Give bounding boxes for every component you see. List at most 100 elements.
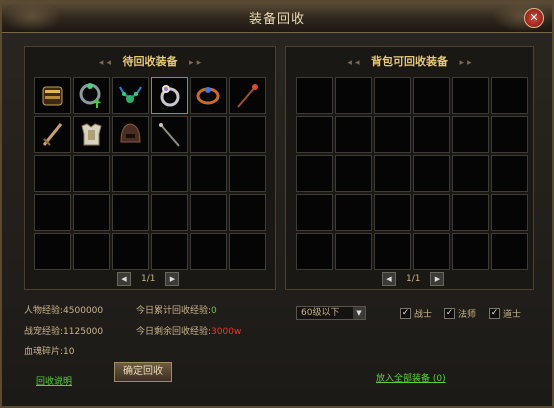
item-slot[interactable] [112, 116, 149, 153]
bag-slot[interactable] [374, 233, 411, 270]
put-all-equipment-link[interactable]: 放入全部装备 (0) [376, 371, 446, 384]
bag-slot[interactable] [296, 116, 333, 153]
item-slot[interactable] [34, 116, 71, 153]
bag-item-grid [296, 77, 528, 270]
bag-slot[interactable] [413, 194, 450, 231]
item-slot[interactable] [73, 116, 110, 153]
bag-slot[interactable] [491, 155, 528, 192]
copper-ring-icon [196, 87, 220, 105]
item-slot[interactable] [34, 77, 71, 114]
item-slot[interactable] [229, 194, 266, 231]
chevron-down-icon: ▼ [353, 307, 365, 319]
item-slot[interactable] [112, 194, 149, 231]
dark-helmet-icon [120, 123, 141, 143]
recycle-window: 装备回收 ✕ ◂ ◂ 待回收装备 ▸ ▸ ◀ 1/1 ▶ ◂ ◂ 背包可回收装备… [0, 0, 554, 408]
item-slot[interactable] [73, 233, 110, 270]
next-page-button[interactable]: ▶ [430, 272, 445, 286]
item-slot[interactable] [34, 155, 71, 192]
item-slot[interactable] [73, 155, 110, 192]
item-slot[interactable] [229, 233, 266, 270]
item-slot[interactable] [151, 233, 188, 270]
item-slot-selected[interactable] [151, 77, 188, 114]
magic-ring-upgrade-icon [79, 83, 101, 108]
bag-slot[interactable] [452, 77, 489, 114]
bag-slot[interactable] [374, 155, 411, 192]
bag-slot[interactable] [452, 155, 489, 192]
today-exp-stat: 今日累计回收经验:0 [136, 303, 217, 316]
close-button[interactable]: ✕ [524, 8, 544, 28]
page-indicator: 1/1 [141, 274, 156, 284]
item-slot[interactable] [190, 116, 227, 153]
soul-fragment-stat: 血魂碎片:10 [24, 344, 75, 357]
next-page-button[interactable]: ▶ [165, 272, 180, 286]
confirm-recycle-button[interactable]: 确定回收 [114, 362, 172, 382]
item-slot[interactable] [34, 194, 71, 231]
bag-slot[interactable] [374, 116, 411, 153]
bag-slot[interactable] [296, 194, 333, 231]
bag-slot[interactable] [491, 77, 528, 114]
recycle-help-link[interactable]: 回收说明 [36, 374, 72, 387]
item-slot[interactable] [73, 77, 110, 114]
bag-slot[interactable] [296, 77, 333, 114]
bag-slot[interactable] [452, 194, 489, 231]
warrior-checkbox[interactable]: ✓ 战士 [400, 307, 432, 320]
level-filter-select[interactable]: 60级以下 ▼ [296, 306, 366, 320]
bag-slot[interactable] [335, 77, 372, 114]
warrior-label: 战士 [414, 310, 433, 320]
bag-slot[interactable] [413, 233, 450, 270]
mage-checkbox[interactable]: ✓ 法师 [444, 307, 476, 320]
item-slot[interactable] [112, 233, 149, 270]
item-slot[interactable] [190, 155, 227, 192]
pending-pager: ◀ 1/1 ▶ [117, 272, 180, 286]
bag-slot[interactable] [335, 233, 372, 270]
bag-slot[interactable] [335, 155, 372, 192]
white-armor-icon [81, 123, 102, 146]
item-slot[interactable] [229, 77, 266, 114]
bag-slot[interactable] [296, 233, 333, 270]
bag-slot[interactable] [413, 116, 450, 153]
item-slot[interactable] [112, 155, 149, 192]
bag-slot[interactable] [491, 233, 528, 270]
pending-recycle-panel: ◂ ◂ 待回收装备 ▸ ▸ ◀ 1/1 ▶ [24, 46, 276, 290]
red-staff-icon [237, 84, 258, 108]
bag-slot[interactable] [413, 155, 450, 192]
title-deco-left-icon: ◂ ◂ [347, 58, 360, 68]
bag-slot[interactable] [491, 194, 528, 231]
prev-page-button[interactable]: ◀ [382, 272, 396, 286]
pet-exp-value: 1125000 [63, 327, 104, 337]
bronze-sword-icon [42, 123, 63, 146]
title-deco-right-icon: ▸ ▸ [189, 58, 202, 68]
bag-slot[interactable] [335, 194, 372, 231]
page-indicator: 1/1 [406, 274, 421, 284]
bag-slot[interactable] [374, 194, 411, 231]
item-slot[interactable] [34, 233, 71, 270]
item-slot[interactable] [229, 116, 266, 153]
remain-exp-value: 3000w [211, 327, 242, 337]
bag-slot[interactable] [413, 77, 450, 114]
window-title: 装备回收 [248, 12, 305, 27]
pet-exp-label: 战宠经验: [24, 327, 64, 337]
check-icon: ✓ [400, 308, 411, 319]
item-slot[interactable] [190, 77, 227, 114]
item-slot[interactable] [151, 194, 188, 231]
bag-slot[interactable] [374, 77, 411, 114]
pending-item-grid [34, 77, 266, 270]
item-slot[interactable] [73, 194, 110, 231]
item-slot[interactable] [190, 233, 227, 270]
prev-page-button[interactable]: ◀ [117, 272, 131, 286]
item-slot[interactable] [112, 77, 149, 114]
bag-slot[interactable] [491, 116, 528, 153]
bag-slot[interactable] [335, 116, 372, 153]
bag-slot[interactable] [452, 116, 489, 153]
taoist-checkbox[interactable]: ✓ 道士 [489, 307, 521, 320]
bag-slot[interactable] [296, 155, 333, 192]
item-slot[interactable] [229, 155, 266, 192]
bag-slot[interactable] [452, 233, 489, 270]
soul-fragment-label: 血魂碎片: [24, 347, 64, 357]
bag-recyclable-title: ◂ ◂ 背包可回收装备 ▸ ▸ [286, 53, 533, 69]
item-slot[interactable] [151, 155, 188, 192]
item-slot[interactable] [151, 116, 188, 153]
soul-fragment-value: 10 [63, 347, 75, 357]
char-exp-value: 4500000 [63, 306, 104, 316]
item-slot[interactable] [190, 194, 227, 231]
